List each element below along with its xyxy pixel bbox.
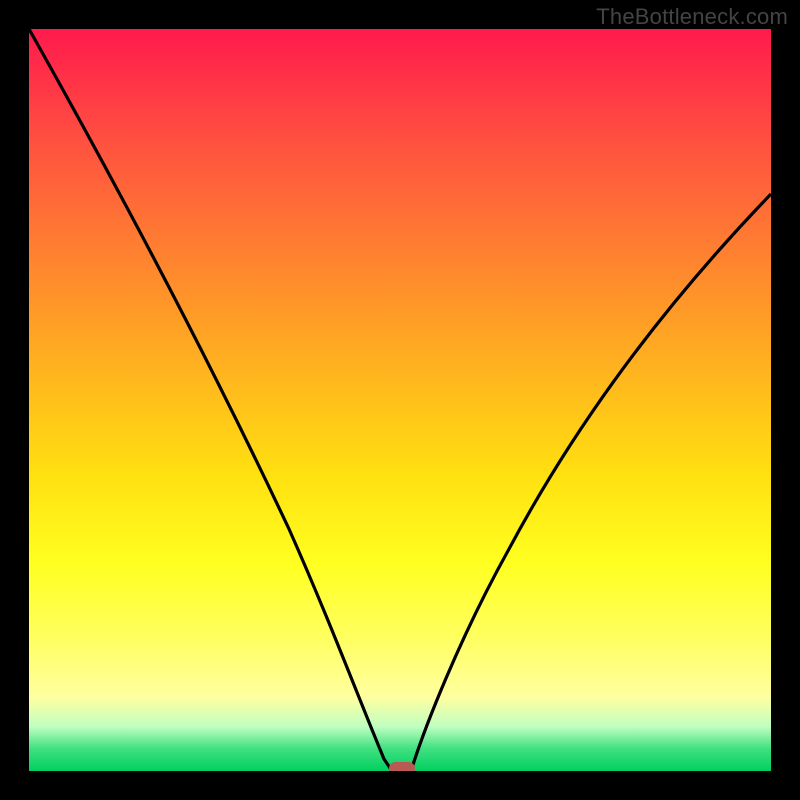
- chart-frame: TheBottleneck.com: [0, 0, 800, 800]
- bottleneck-curve-line: [29, 29, 771, 771]
- minimum-marker: [389, 762, 415, 771]
- chart-svg: [29, 29, 771, 771]
- watermark-text: TheBottleneck.com: [596, 4, 788, 30]
